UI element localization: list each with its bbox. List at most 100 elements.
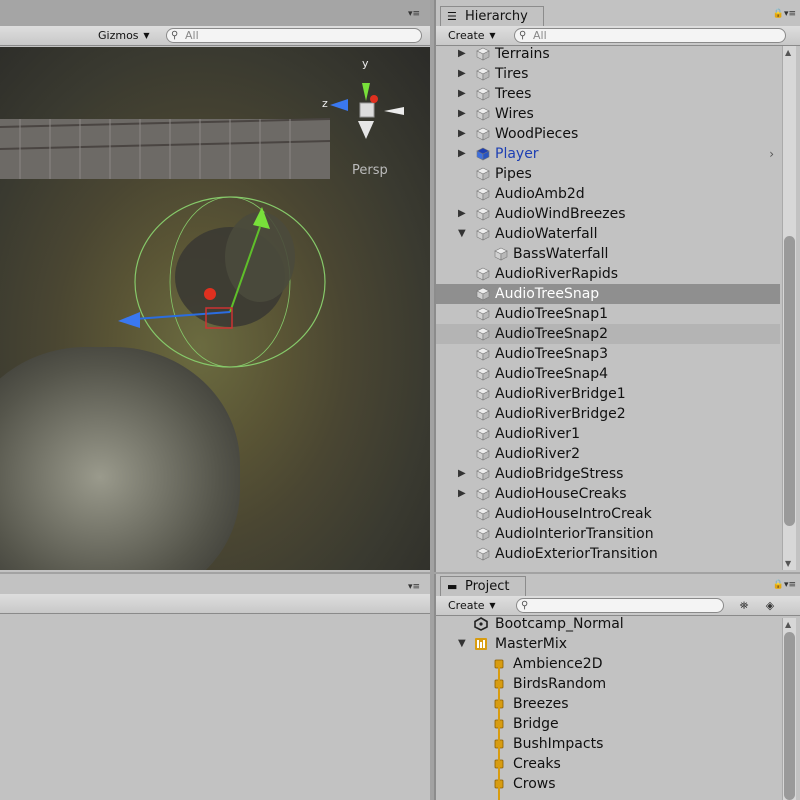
project-item[interactable]: BushImpacts — [436, 734, 780, 754]
expand-arrow-right-icon[interactable]: ▶ — [458, 84, 470, 104]
hierarchy-item[interactable]: AudioTreeSnap — [436, 284, 780, 304]
hierarchy-scrollbar[interactable]: ▲ ▼ — [782, 46, 796, 570]
lock-menu-icon[interactable]: 🔒▾≡ — [773, 580, 796, 590]
expand-arrow-right-icon[interactable]: ▶ — [458, 204, 470, 224]
scroll-down-icon[interactable]: ▼ — [785, 559, 791, 568]
project-item[interactable]: Bridge — [436, 714, 780, 734]
scrollbar-thumb[interactable] — [784, 236, 795, 526]
expand-arrow-right-icon[interactable]: ▶ — [458, 464, 470, 484]
gizmo-neg-y-cone[interactable] — [358, 121, 374, 139]
hierarchy-item[interactable]: AudioRiver2 — [436, 444, 780, 464]
panel-menu-icon[interactable]: ▾≡ — [408, 9, 426, 19]
project-search-input[interactable]: ⚲ — [516, 598, 724, 613]
hierarchy-item[interactable]: ▶ AudioWindBreezes — [436, 204, 780, 224]
project-tree: Bootcamp_Normal ▼ MasterMix Ambience2D Birds… — [436, 616, 780, 800]
hierarchy-item[interactable]: AudioRiverBridge2 — [436, 404, 780, 424]
transform-gizmo[interactable] — [110, 167, 350, 397]
hierarchy-item[interactable]: ▶ Terrains — [436, 46, 780, 64]
scrollbar-thumb[interactable] — [784, 632, 795, 800]
hierarchy-item[interactable]: AudioInteriorTransition — [436, 524, 780, 544]
tab-project[interactable]: ▬ Project — [440, 576, 526, 597]
hierarchy-tree: ▶ Terrains ▶ Tires ▶ Trees ▶ Wires ▶ WoodPieces ▶ P… — [436, 46, 780, 570]
hierarchy-item[interactable]: AudioRiverBridge1 — [436, 384, 780, 404]
hierarchy-item-label: AudioRiverBridge1 — [495, 386, 626, 402]
hierarchy-item[interactable]: AudioTreeSnap3 — [436, 344, 780, 364]
hierarchy-item[interactable]: ▶ Player › — [436, 144, 780, 164]
expand-arrow-right-icon[interactable]: ▶ — [458, 64, 470, 84]
project-item[interactable]: ▼ MasterMix — [436, 634, 780, 654]
gizmo-y-cone[interactable] — [362, 83, 370, 101]
mixer-tree-line — [498, 662, 500, 800]
expand-arrow-down-icon[interactable]: ▼ — [458, 224, 470, 244]
gizmo-x-cone[interactable] — [384, 107, 404, 115]
gameobject-cube-icon — [476, 47, 490, 61]
project-item[interactable]: Creaks — [436, 754, 780, 774]
panel-menu-icon[interactable]: ▾≡ — [408, 582, 426, 592]
expand-arrow-right-icon[interactable]: ▶ — [458, 144, 470, 164]
orientation-gizmo[interactable]: y z — [318, 55, 410, 151]
lock-menu-icon[interactable]: 🔒▾≡ — [773, 9, 796, 19]
bottom-left-toolbar — [0, 594, 430, 614]
expand-arrow-right-icon[interactable]: ▶ — [458, 124, 470, 144]
project-item[interactable]: Breezes — [436, 694, 780, 714]
project-item-label: BushImpacts — [513, 736, 604, 752]
hierarchy-item-label: Tires — [495, 66, 529, 82]
scroll-up-icon[interactable]: ▲ — [785, 48, 791, 57]
gizmo-z-cone[interactable] — [330, 99, 348, 111]
project-item[interactable]: Ambience2D — [436, 654, 780, 674]
project-item[interactable]: Bootcamp_Normal — [436, 616, 780, 634]
scroll-up-icon[interactable]: ▲ — [785, 620, 791, 629]
hierarchy-item-label: AudioWindBreezes — [495, 206, 626, 222]
search-by-type-icon[interactable]: ⛯ — [734, 598, 754, 614]
gameobject-cube-icon — [476, 287, 490, 301]
hierarchy-item[interactable]: ▶ Trees — [436, 84, 780, 104]
gameobject-cube-icon — [476, 507, 490, 521]
gameobject-cube-icon — [476, 387, 490, 401]
search-icon: ⚲ — [519, 30, 527, 41]
z-axis-handle[interactable] — [118, 312, 140, 328]
hierarchy-item[interactable]: ▶ Wires — [436, 104, 780, 124]
hierarchy-item-label: AudioHouseIntroCreak — [495, 506, 652, 522]
scene-search-input[interactable]: ⚲ All — [166, 28, 422, 43]
hierarchy-item[interactable]: Pipes — [436, 164, 780, 184]
hierarchy-item[interactable]: AudioHouseIntroCreak — [436, 504, 780, 524]
search-by-label-icon[interactable]: ◈ — [760, 598, 780, 614]
project-item[interactable]: Crows — [436, 774, 780, 794]
gameobject-cube-icon — [476, 307, 490, 321]
hierarchy-item[interactable]: AudioTreeSnap2 — [436, 324, 780, 344]
hierarchy-item[interactable]: ▶ AudioHouseCreaks — [436, 484, 780, 504]
gameobject-cube-icon — [476, 107, 490, 121]
perspective-label[interactable]: Persp — [352, 163, 388, 178]
gameobject-cube-icon — [476, 67, 490, 81]
expand-arrow-down-icon[interactable]: ▼ — [458, 634, 466, 654]
x-axis-handle[interactable] — [204, 288, 216, 300]
hierarchy-item[interactable]: BassWaterfall — [436, 244, 780, 264]
gizmos-dropdown[interactable]: Gizmos ▼ — [92, 28, 153, 44]
hierarchy-item[interactable]: AudioTreeSnap1 — [436, 304, 780, 324]
expand-arrow-right-icon[interactable]: ▶ — [458, 46, 470, 64]
expand-arrow-right-icon[interactable]: ▶ — [458, 104, 470, 124]
expand-arrow-right-icon[interactable]: ▶ — [458, 484, 470, 504]
hierarchy-item[interactable]: ▶ WoodPieces — [436, 124, 780, 144]
create-dropdown[interactable]: Create ▼ — [442, 28, 499, 44]
gameobject-cube-icon — [494, 247, 508, 261]
hierarchy-item[interactable]: AudioRiverRapids — [436, 264, 780, 284]
tree-shrub — [175, 212, 295, 327]
project-scrollbar[interactable]: ▲ — [782, 618, 796, 800]
tab-hierarchy[interactable]: ☰ Hierarchy — [440, 6, 544, 27]
project-item-label: Creaks — [513, 756, 561, 772]
hierarchy-item[interactable]: AudioRiver1 — [436, 424, 780, 444]
hierarchy-item[interactable]: AudioExteriorTransition — [436, 544, 780, 564]
project-create-dropdown[interactable]: Create ▼ — [442, 598, 499, 614]
hierarchy-item[interactable]: ▶ AudioBridgeStress — [436, 464, 780, 484]
chevron-right-icon[interactable]: › — [769, 144, 774, 164]
hierarchy-item[interactable]: ▶ Tires — [436, 64, 780, 84]
hierarchy-search-placeholder: All — [533, 29, 547, 42]
hierarchy-item[interactable]: AudioTreeSnap4 — [436, 364, 780, 384]
hierarchy-item[interactable]: AudioAmb2d — [436, 184, 780, 204]
hierarchy-search-input[interactable]: ⚲ All — [514, 28, 786, 43]
scene-viewport[interactable]: y z Persp — [0, 47, 430, 570]
hierarchy-item[interactable]: ▼ AudioWaterfall — [436, 224, 780, 244]
project-item[interactable]: BirdsRandom — [436, 674, 780, 694]
gameobject-cube-icon — [476, 347, 490, 361]
